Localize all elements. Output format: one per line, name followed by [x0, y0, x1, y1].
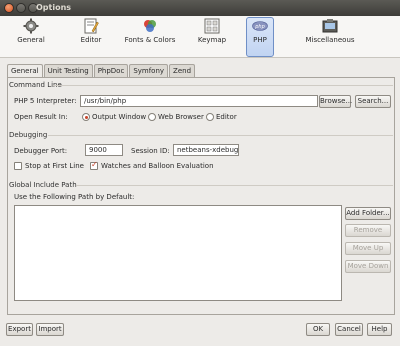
help-button[interactable]: Help	[367, 323, 392, 336]
title-bar[interactable]: Options	[0, 0, 400, 16]
browse-button[interactable]: Browse...	[319, 95, 352, 108]
category-keymap[interactable]: Keymap	[195, 18, 229, 56]
category-label: Fonts & Colors	[124, 36, 176, 44]
open-result-label: Open Result In:	[14, 113, 68, 121]
output-window-radio[interactable]	[82, 113, 90, 121]
category-fonts-colors[interactable]: Fonts & Colors	[122, 18, 178, 56]
category-label: Editor	[80, 36, 102, 44]
category-label: General	[17, 36, 45, 44]
gear-icon	[23, 18, 39, 34]
category-php[interactable]: php PHP	[246, 17, 274, 57]
category-label: Miscellaneous	[305, 36, 355, 44]
web-browser-label[interactable]: Web Browser	[158, 113, 204, 121]
output-window-label[interactable]: Output Window	[92, 113, 146, 121]
cancel-button[interactable]: Cancel	[335, 323, 363, 336]
watches-label[interactable]: Watches and Balloon Evaluation	[101, 162, 214, 170]
section-divider	[76, 185, 393, 186]
ok-button[interactable]: OK	[306, 323, 330, 336]
category-label: Keymap	[197, 36, 227, 44]
include-path-section-title: Global Include Path	[9, 181, 77, 189]
tab-general[interactable]: General	[7, 64, 43, 78]
keyboard-icon	[204, 18, 220, 34]
php-interpreter-label: PHP 5 Interpreter:	[14, 97, 77, 105]
close-window-icon[interactable]	[4, 3, 14, 13]
php-interpreter-input[interactable]: /usr/bin/php	[80, 95, 318, 107]
debugging-section-title: Debugging	[9, 131, 48, 139]
export-button[interactable]: Export	[6, 323, 33, 336]
debugger-port-input[interactable]: 9000	[85, 144, 123, 156]
search-button[interactable]: Search...	[355, 95, 391, 108]
import-button[interactable]: Import	[36, 323, 64, 336]
category-general[interactable]: General	[14, 18, 48, 56]
tab-strip: General Unit Testing PhpDoc Symfony Zend	[7, 64, 196, 78]
move-up-button[interactable]: Move Up	[345, 242, 391, 255]
debugger-port-label: Debugger Port:	[14, 147, 68, 155]
palette-icon	[144, 20, 156, 32]
category-miscellaneous[interactable]: Miscellaneous	[302, 18, 358, 56]
editor-radio[interactable]	[206, 113, 214, 121]
category-editor[interactable]: Editor	[78, 18, 104, 56]
section-divider	[53, 85, 393, 86]
move-down-button[interactable]: Move Down	[345, 260, 391, 273]
watches-checkbox[interactable]	[90, 160, 98, 170]
general-tab-panel: Command Line PHP 5 Interpreter: /usr/bin…	[7, 77, 395, 315]
tab-symfony[interactable]: Symfony	[129, 64, 169, 77]
stop-first-line-checkbox[interactable]	[14, 162, 22, 170]
category-label: PHP	[253, 36, 267, 44]
add-folder-button[interactable]: Add Folder...	[345, 207, 391, 220]
tab-zend[interactable]: Zend	[169, 64, 196, 77]
options-window: Options General Editor Fonts & Colors Ke…	[0, 0, 400, 346]
php-icon: php	[252, 21, 268, 31]
session-id-input[interactable]: netbeans-xdebug	[173, 144, 239, 156]
remove-button[interactable]: Remove	[345, 224, 391, 237]
include-path-list[interactable]	[14, 205, 342, 301]
minimize-window-icon[interactable]	[16, 3, 26, 13]
misc-icon	[322, 19, 338, 33]
web-browser-radio[interactable]	[148, 113, 156, 121]
svg-text:php: php	[254, 24, 265, 30]
stop-first-line-label[interactable]: Stop at First Line	[25, 162, 84, 170]
category-toolbar: General Editor Fonts & Colors Keymap php…	[0, 16, 400, 58]
window-title: Options	[36, 3, 72, 12]
section-divider	[48, 135, 393, 136]
include-path-label: Use the Following Path by Default:	[14, 193, 135, 201]
session-id-label: Session ID:	[131, 147, 170, 155]
editor-icon	[84, 18, 99, 34]
tab-phpdoc[interactable]: PhpDoc	[93, 64, 129, 77]
editor-label[interactable]: Editor	[216, 113, 237, 121]
tab-unit-testing[interactable]: Unit Testing	[43, 64, 93, 77]
window-controls	[4, 3, 38, 13]
